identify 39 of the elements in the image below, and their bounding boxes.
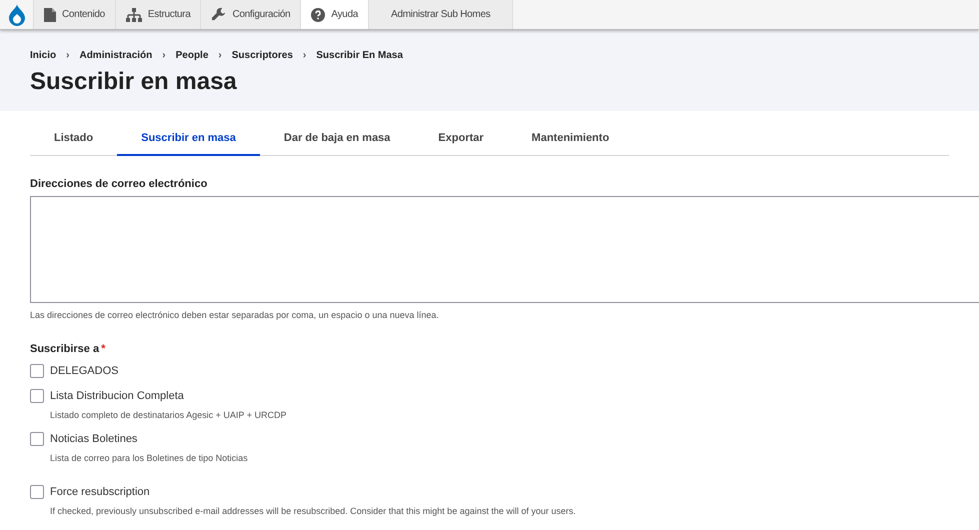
tab[interactable]: Listado — [30, 123, 118, 156]
checkbox-label: DELEGADOS — [50, 364, 118, 379]
option-description: Lista de correo para los Boletines de tipo Noticias — [50, 452, 249, 465]
breadcrumb-link[interactable]: Suscriptores — [232, 48, 293, 63]
checkbox[interactable] — [30, 432, 44, 446]
tab[interactable]: Exportar — [414, 123, 508, 156]
breadcrumb-link[interactable]: Suscribir En Masa — [316, 48, 403, 63]
page-title: Suscribir en masa — [30, 67, 238, 97]
field-label: Direcciones de correo electrónico — [30, 176, 208, 192]
tab[interactable]: Mantenimiento — [508, 123, 634, 156]
document-icon — [44, 8, 56, 22]
breadcrumb-link[interactable]: Inicio — [30, 48, 56, 63]
group-label: Suscribirse a — [30, 342, 100, 356]
required-mark: * — [101, 342, 106, 356]
breadcrumb-link[interactable]: People — [176, 48, 208, 63]
option-description: If checked, previously unsubscribed e-mail addresses will be resubscribed. Consider that this might be against the will of your users. — [50, 505, 577, 518]
tab[interactable]: Suscribir en masa — [117, 123, 260, 156]
checkbox-label: Force resubscription — [50, 484, 150, 500]
wrench-icon — [211, 7, 226, 22]
field-description: Las direcciones de correo electrónico deben estar separadas por coma, un espacio o una nueva línea. — [30, 309, 440, 322]
breadcrumb-separator: › — [218, 49, 222, 63]
breadcrumb-separator: › — [162, 49, 166, 63]
toolbar-item[interactable]: Contenido — [34, 0, 116, 29]
toolbar-item[interactable]: Administrar Sub Homes — [368, 0, 514, 29]
checkbox-label: Noticias Boletines — [50, 432, 138, 446]
help-icon — [311, 8, 326, 22]
toolbar-item[interactable]: Configuración — [201, 0, 302, 29]
breadcrumb-separator: › — [302, 49, 306, 63]
option-description: Listado completo de destinatarios Agesic + UAIP + URCDP — [50, 409, 288, 422]
hierarchy-icon — [126, 8, 142, 22]
toolbar-item[interactable]: Ayuda — [301, 0, 369, 29]
toolbar-item[interactable]: Estructura — [116, 0, 202, 29]
breadcrumb-separator: › — [66, 49, 70, 63]
checkbox-label: Lista Distribucion Completa — [50, 388, 184, 404]
checkbox[interactable] — [30, 388, 44, 403]
checkbox[interactable] — [30, 484, 44, 499]
checkbox[interactable] — [30, 364, 44, 378]
tab[interactable]: Dar de baja en masa — [260, 123, 414, 156]
breadcrumb-link[interactable]: Administración — [79, 48, 152, 63]
